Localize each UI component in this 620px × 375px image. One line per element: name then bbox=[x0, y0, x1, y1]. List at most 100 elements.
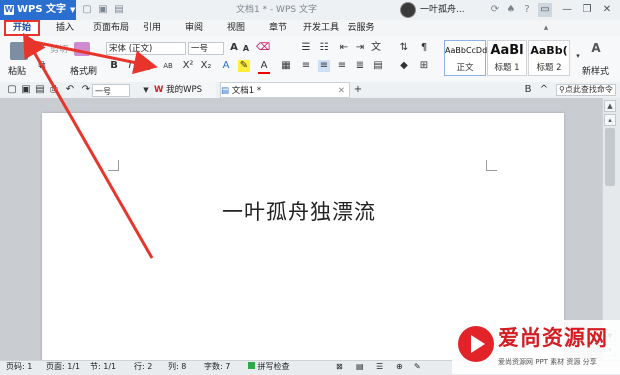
help-icon[interactable]: ? bbox=[520, 3, 534, 17]
backup-icon[interactable]: B bbox=[522, 84, 534, 96]
avatar[interactable] bbox=[400, 2, 416, 18]
align-left-icon[interactable]: ≡ bbox=[300, 60, 312, 72]
command-search[interactable]: ⚲点此查找命令 bbox=[556, 84, 616, 96]
tab-my-wps[interactable]: W 我的WPS bbox=[154, 82, 216, 98]
view-read-icon[interactable]: ⊠ bbox=[336, 360, 343, 374]
shirt-icon[interactable]: ♠ bbox=[504, 3, 518, 17]
spell-check-label: 拼写检查 bbox=[257, 362, 290, 371]
align-right-icon[interactable]: ≡ bbox=[336, 60, 348, 72]
style-heading-2[interactable]: AaBb( 标题 2 bbox=[528, 40, 570, 76]
refresh-icon[interactable]: ⟳ bbox=[488, 3, 502, 17]
shading-icon[interactable]: ◆ bbox=[398, 60, 410, 72]
font-color-icon[interactable]: A bbox=[258, 60, 270, 74]
maximize-icon[interactable]: ❐ bbox=[580, 3, 594, 17]
tab-view[interactable]: 视图 bbox=[224, 20, 248, 36]
view-write-icon[interactable]: ✎ bbox=[414, 360, 421, 374]
status-word-count[interactable]: 字数: 7 bbox=[204, 360, 230, 374]
document-text[interactable]: 一叶孤舟独漂流 bbox=[222, 196, 376, 226]
user-name[interactable]: 一叶孤舟... bbox=[420, 0, 465, 20]
text-effect-icon[interactable]: A bbox=[220, 60, 232, 72]
align-center-icon[interactable]: ≡ bbox=[318, 60, 330, 72]
format-painter-icon[interactable] bbox=[74, 42, 90, 56]
tab-page-layout[interactable]: 页面布局 bbox=[90, 20, 132, 36]
superscript-icon[interactable]: X² bbox=[182, 60, 194, 72]
copy-icon[interactable]: ⧉ bbox=[36, 60, 48, 72]
folder-icon[interactable]: ▣ bbox=[96, 3, 110, 17]
collapse-ribbon-icon[interactable]: ▴ bbox=[540, 20, 552, 36]
paste-button[interactable]: 粘贴 bbox=[8, 64, 26, 77]
format-painter-button[interactable]: 格式刷 bbox=[70, 64, 97, 77]
minimize-icon[interactable]: — bbox=[560, 3, 574, 17]
tab-document[interactable]: ▤ 文档1 * ✕ bbox=[220, 82, 350, 98]
cut-button[interactable]: 剪切 bbox=[50, 42, 68, 55]
tab-chapter[interactable]: 章节 bbox=[266, 20, 290, 36]
justify-icon[interactable]: ≣ bbox=[354, 60, 366, 72]
font-name-select[interactable]: 宋体 (正文) bbox=[106, 42, 186, 55]
scroll-up-icon[interactable]: ▲ bbox=[604, 100, 616, 112]
play-logo-icon bbox=[458, 326, 494, 362]
save-icon[interactable]: ▤ bbox=[112, 3, 126, 17]
style-label: 标题 1 bbox=[494, 63, 520, 73]
print-icon[interactable]: ⎙ bbox=[48, 84, 60, 96]
style-quick-select[interactable]: 一号 bbox=[92, 84, 130, 97]
add-tab-icon[interactable]: + bbox=[352, 84, 364, 96]
view-page-icon[interactable]: ▤ bbox=[356, 360, 364, 374]
strikethrough-icon[interactable]: AB bbox=[160, 60, 176, 72]
watermark-subtitle: 爱尚资源网 PPT 素材 资源 分享 bbox=[498, 358, 597, 366]
subscript-icon[interactable]: X₂ bbox=[200, 60, 212, 72]
border-icon[interactable]: ⊞ bbox=[418, 60, 430, 72]
bold-icon[interactable]: B bbox=[108, 60, 120, 72]
tab-start[interactable]: 开始 bbox=[4, 20, 40, 36]
chinese-layout-icon[interactable]: 文 bbox=[370, 42, 382, 54]
sort-icon[interactable]: ⇅ bbox=[398, 42, 410, 54]
view-outline-icon[interactable]: ☰ bbox=[376, 360, 383, 374]
chevron-down-icon[interactable]: ▼ bbox=[140, 84, 152, 96]
numbering-icon[interactable]: ☷ bbox=[318, 42, 330, 54]
close-tab-icon[interactable]: ✕ bbox=[338, 83, 345, 99]
clear-format-icon[interactable]: ⌫ bbox=[256, 42, 270, 54]
open-icon[interactable]: ▣ bbox=[20, 84, 32, 96]
chevron-up-icon[interactable]: ^ bbox=[538, 84, 550, 96]
check-icon bbox=[248, 362, 255, 369]
tab-cloud[interactable]: 云服务 bbox=[346, 20, 376, 36]
grow-font-icon[interactable]: A bbox=[228, 42, 240, 54]
italic-icon[interactable]: I bbox=[124, 60, 136, 72]
font-size-select[interactable]: 一号 bbox=[188, 42, 224, 55]
char-border-icon[interactable]: ▦ bbox=[280, 60, 292, 72]
view-web-icon[interactable]: ⊕ bbox=[396, 360, 403, 374]
tab-label: 我的WPS bbox=[166, 85, 203, 95]
highlight-icon[interactable]: ✎ bbox=[238, 60, 250, 72]
tab-review[interactable]: 审阅 bbox=[182, 20, 206, 36]
tab-developer[interactable]: 开发工具 bbox=[300, 20, 342, 36]
indent-icon[interactable]: ⇤ bbox=[338, 42, 350, 54]
redo-icon[interactable]: ↷ bbox=[80, 84, 92, 96]
undo-icon[interactable]: ↶ bbox=[64, 84, 76, 96]
outdent-icon[interactable]: ⇥ bbox=[354, 42, 366, 54]
underline-icon[interactable]: U bbox=[140, 60, 152, 72]
margin-mark bbox=[486, 160, 497, 171]
tab-references[interactable]: 引用 bbox=[140, 20, 164, 36]
new-doc-icon[interactable]: ▢ bbox=[6, 84, 18, 96]
shrink-font-icon[interactable]: A bbox=[240, 43, 252, 55]
scissors-icon[interactable]: ✂ bbox=[36, 42, 48, 54]
ribbon-toggle-icon[interactable]: ▭ bbox=[538, 3, 552, 17]
save-icon[interactable]: ▤ bbox=[34, 84, 46, 96]
paste-icon[interactable] bbox=[10, 42, 28, 60]
tab-insert[interactable]: 插入 bbox=[50, 20, 80, 36]
scroll-thumb[interactable] bbox=[605, 128, 615, 186]
new-style-button[interactable]: 新样式 bbox=[582, 64, 609, 77]
distribute-icon[interactable]: ▤ bbox=[372, 60, 384, 72]
doc-icon[interactable]: ▢ bbox=[80, 3, 94, 17]
bullets-icon[interactable]: ☰ bbox=[300, 42, 312, 54]
close-icon[interactable]: ✕ bbox=[600, 3, 614, 17]
style-more-icon[interactable]: ▾ bbox=[572, 50, 584, 62]
app-menu-button[interactable]: W WPS 文字 ▼ bbox=[0, 0, 76, 20]
style-normal[interactable]: AaBbCcDd 正文 bbox=[444, 40, 487, 76]
style-heading-1[interactable]: AaBl 标题 1 bbox=[487, 40, 527, 76]
scroll-page-icon[interactable]: ▴ bbox=[604, 114, 616, 126]
app-name: WPS 文字 bbox=[17, 4, 67, 15]
new-style-icon[interactable]: A bbox=[590, 42, 602, 54]
spell-check-toggle[interactable]: 拼写检查 bbox=[248, 360, 290, 374]
show-marks-icon[interactable]: ¶ bbox=[418, 42, 430, 54]
wps-logo-icon: W bbox=[4, 5, 14, 15]
